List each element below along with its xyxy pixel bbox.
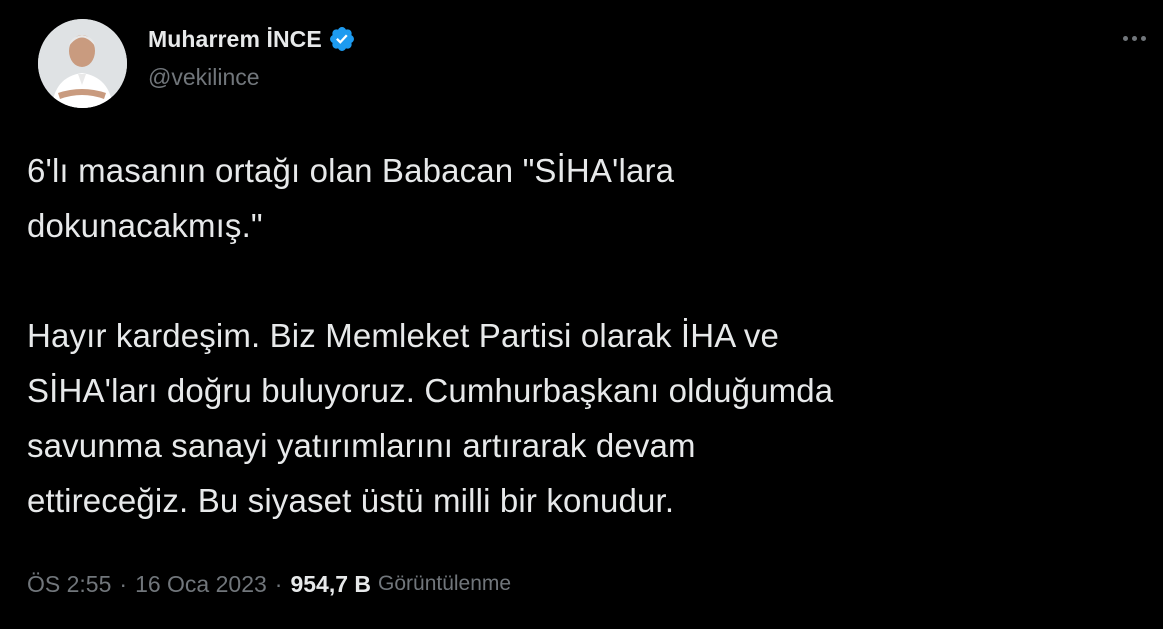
tweet-date[interactable]: 16 Oca 2023 bbox=[135, 571, 267, 598]
name-row: Muharrem İNCE bbox=[148, 24, 356, 54]
avatar[interactable] bbox=[38, 19, 127, 108]
display-name[interactable]: Muharrem İNCE bbox=[148, 26, 322, 53]
tweet-meta: ÖS 2:55 · 16 Oca 2023 · 954,7 B Görüntül… bbox=[27, 567, 511, 601]
verified-badge-icon bbox=[328, 25, 356, 53]
views-count[interactable]: 954,7 B bbox=[290, 571, 371, 598]
tweet-time[interactable]: ÖS 2:55 bbox=[27, 571, 111, 598]
meta-separator: · bbox=[274, 570, 283, 597]
more-dot bbox=[1140, 35, 1146, 41]
meta-separator: · bbox=[119, 570, 128, 597]
tweet-text: 6'lı masanın ortağı olan Babacan "SİHA'l… bbox=[27, 152, 834, 519]
views-label: Görüntülenme bbox=[378, 572, 512, 595]
user-handle[interactable]: @vekilince bbox=[148, 64, 356, 91]
more-dot bbox=[1122, 35, 1128, 41]
more-dot bbox=[1131, 35, 1137, 41]
more-options-icon[interactable] bbox=[1115, 22, 1153, 54]
author-info: Muharrem İNCE @vekilince bbox=[148, 24, 356, 91]
profile-photo-icon bbox=[38, 19, 127, 108]
tweet-card: Muharrem İNCE @vekilince 6'lı masanın or… bbox=[0, 0, 1163, 629]
